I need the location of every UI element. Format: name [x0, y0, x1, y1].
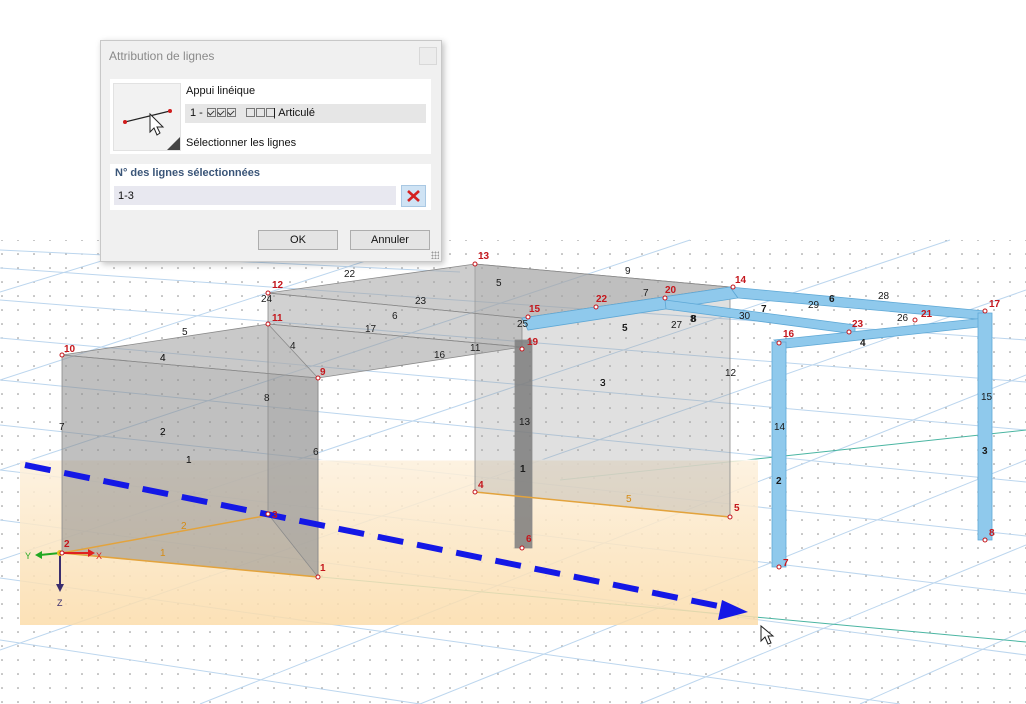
line-label: 1	[160, 548, 166, 559]
selected-lines-input[interactable]	[114, 186, 396, 205]
axis-x-label: X	[96, 551, 102, 561]
line-label: 17	[365, 324, 377, 335]
node-label: 12	[272, 280, 284, 291]
line-support-select-button[interactable]	[113, 83, 181, 151]
node-label: 21	[921, 309, 933, 320]
ok-button[interactable]: OK	[258, 230, 338, 250]
selected-lines-panel: N° des lignes sélectionnées	[110, 164, 431, 210]
line-label: 1	[520, 464, 526, 475]
line-label: 5	[622, 323, 628, 334]
node-label: 23	[852, 319, 864, 330]
axis-y-label: Y	[25, 551, 31, 561]
node-label: 6	[526, 534, 532, 545]
select-lines-label: Sélectionner les lignes	[186, 137, 297, 149]
line-select-icon	[123, 109, 180, 150]
node-label: 17	[989, 299, 1001, 310]
line-label: 1	[186, 455, 192, 466]
line-label: 30	[739, 311, 751, 322]
node-label: 2	[64, 539, 70, 550]
line-label: 16	[434, 350, 446, 361]
line-label: 5	[182, 327, 188, 338]
line-assignment-dialog: Attribution de lignes Appui linéique 1 -…	[100, 40, 442, 262]
node-label: 1	[320, 563, 326, 574]
resize-grip-icon[interactable]	[431, 251, 439, 259]
axis-z-label: Z	[57, 598, 63, 608]
node-label: 5	[734, 503, 740, 514]
dialog-title: Attribution de lignes	[109, 49, 215, 63]
line-support-select[interactable]: 1 - | Articulé	[185, 104, 426, 123]
line-label: 4	[860, 338, 866, 349]
node-label: 19	[527, 337, 539, 348]
cancel-button[interactable]: Annuler	[350, 230, 430, 250]
node-label: 4	[478, 480, 484, 491]
support-panel: Appui linéique 1 - | Articulé Sélectionn…	[110, 79, 431, 154]
node-label: 7	[783, 558, 789, 569]
line-label: 29	[808, 300, 820, 311]
support-conditions	[207, 104, 276, 123]
line-label: 6	[392, 311, 398, 322]
line-label: 28	[878, 291, 890, 302]
node-label: 15	[529, 304, 541, 315]
node-label: 9	[320, 367, 326, 378]
line-label: 15	[981, 392, 993, 403]
line-label: 26	[897, 313, 909, 324]
line-label: 2	[776, 476, 782, 487]
node-label: 14	[735, 275, 747, 286]
line-label: 7	[643, 288, 649, 299]
line-label: 2	[160, 427, 166, 438]
selected-lines-heading: N° des lignes sélectionnées	[115, 167, 261, 179]
line-label: 7	[59, 422, 65, 433]
line-label: 7	[761, 304, 767, 315]
line-label: 22	[344, 269, 356, 280]
line-label: 6	[313, 447, 319, 458]
close-button[interactable]	[419, 47, 437, 65]
support-number: 1 -	[190, 107, 203, 119]
line-label: 24	[261, 294, 273, 305]
line-support-label: Appui linéique	[186, 85, 256, 97]
node-label: 16	[783, 329, 795, 340]
line-label: 3	[982, 446, 988, 457]
line-label: 8	[264, 393, 270, 404]
node-label: 11	[272, 313, 283, 324]
support-type-label: | Articulé	[273, 107, 315, 119]
node-label: 8	[989, 528, 995, 539]
line-label: 3	[600, 378, 606, 389]
clear-selection-button[interactable]	[401, 185, 426, 207]
line-label: 27	[671, 320, 683, 331]
line-label: 23	[415, 296, 427, 307]
node-label: 3	[272, 510, 278, 521]
line-label: 9	[625, 266, 631, 277]
line-label: 6	[829, 294, 835, 305]
line-label: 2	[181, 521, 187, 532]
node-label: 13	[478, 251, 490, 262]
node-label: 10	[64, 344, 76, 355]
line-label: 4	[290, 341, 296, 352]
line-label: 13	[519, 417, 531, 428]
close-icon	[407, 190, 420, 202]
line-label: 8	[691, 314, 697, 325]
line-label: 14	[774, 422, 786, 433]
node-label: 22	[596, 294, 608, 305]
line-label: 11	[470, 343, 481, 354]
line-label: 5	[496, 278, 502, 289]
line-label: 12	[725, 368, 737, 379]
node-label: 20	[665, 285, 677, 296]
line-label: 5	[626, 494, 632, 505]
line-label: 25	[517, 319, 529, 330]
line-label: 4	[160, 353, 166, 364]
